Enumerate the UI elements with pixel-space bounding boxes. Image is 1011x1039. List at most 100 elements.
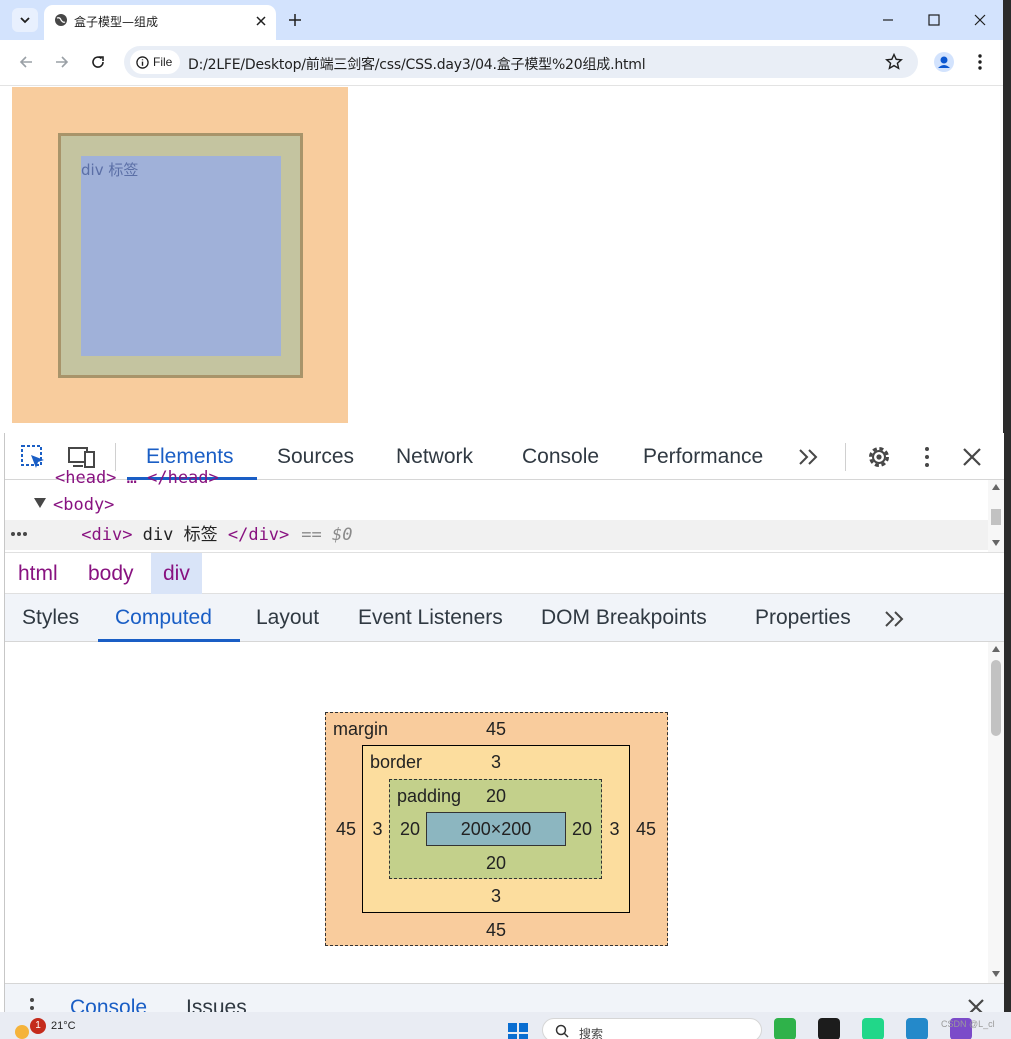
crumb-html[interactable]: html xyxy=(6,553,70,594)
dom-line-head[interactable]: <head> … </head> xyxy=(55,463,219,493)
inspect-element-icon[interactable] xyxy=(19,443,47,471)
devtools-menu-icon[interactable] xyxy=(919,445,935,469)
body-tag: <body> xyxy=(53,495,115,515)
browser-menu-icon[interactable] xyxy=(972,52,988,72)
devtools-panel: Elements Sources Network Console Perform… xyxy=(4,433,1004,1039)
profile-avatar[interactable] xyxy=(934,52,954,72)
toolbar-divider xyxy=(845,443,846,471)
dom-tree: <head> … </head> <body> <div> div 标签 </d… xyxy=(5,468,1004,552)
browser-toolbar: File D:/2LFE/Desktop/前端三剑客/css/CSS.day3/… xyxy=(0,40,1003,86)
computed-scrollbar[interactable] xyxy=(988,642,1004,983)
address-bar[interactable]: File D:/2LFE/Desktop/前端三剑客/css/CSS.day3/… xyxy=(124,46,918,78)
wechat-app-icon[interactable] xyxy=(774,1018,796,1039)
subtab-computed[interactable]: Computed xyxy=(115,594,212,642)
tab-search-button[interactable] xyxy=(12,8,38,32)
dom-line-body[interactable]: <body> xyxy=(33,490,114,520)
window-close-icon[interactable] xyxy=(970,10,990,30)
dom-scroll-thumb[interactable] xyxy=(991,509,1001,525)
scroll-down-icon[interactable] xyxy=(992,540,1000,546)
chevron-double-right-icon[interactable] xyxy=(883,609,907,629)
computed-pane: margin 45 45 45 45 border 3 3 3 3 paddin… xyxy=(5,642,988,983)
new-tab-icon[interactable] xyxy=(285,10,305,30)
margin-bottom-value[interactable]: 45 xyxy=(476,920,516,940)
tab-strip: 盒子模型—组成 xyxy=(0,0,1003,40)
forward-arrow-icon[interactable] xyxy=(52,52,72,72)
border-right-value[interactable]: 3 xyxy=(603,819,626,839)
div-open-tag: <div> xyxy=(81,525,133,545)
crumb-div[interactable]: div xyxy=(151,553,202,594)
padding-right-value[interactable]: 20 xyxy=(565,819,599,839)
page-viewport: div 标签 xyxy=(0,87,1003,433)
padding-top-value[interactable]: 20 xyxy=(476,786,516,806)
border-top-value[interactable]: 3 xyxy=(476,752,516,772)
chevron-double-right-icon[interactable] xyxy=(797,447,821,467)
intellij-app-icon[interactable] xyxy=(818,1018,840,1039)
tab-network[interactable]: Network xyxy=(396,433,473,480)
dom-scrollbar[interactable] xyxy=(988,480,1004,552)
breadcrumb: html body div xyxy=(5,552,1004,594)
tab-title: 盒子模型—组成 xyxy=(74,15,159,29)
subtab-event-listeners[interactable]: Event Listeners xyxy=(358,594,503,642)
padding-bottom-value[interactable]: 20 xyxy=(476,853,516,873)
inspected-content-highlight: div 标签 xyxy=(81,156,281,356)
settings-gear-icon[interactable] xyxy=(865,443,893,471)
border-bottom-value[interactable]: 3 xyxy=(476,886,516,906)
search-icon xyxy=(555,1024,569,1038)
border-left-value[interactable]: 3 xyxy=(366,819,389,839)
browser-tab[interactable]: 盒子模型—组成 xyxy=(44,5,276,40)
url-text[interactable]: D:/2LFE/Desktop/前端三剑客/css/CSS.day3/04.盒子… xyxy=(188,54,646,74)
border-label: border xyxy=(370,752,423,772)
subtab-properties[interactable]: Properties xyxy=(755,594,851,642)
div-close-tag: </div> xyxy=(227,525,290,545)
bookmark-star-icon[interactable] xyxy=(884,52,904,72)
inspected-div[interactable]: div 标签 xyxy=(58,133,303,378)
tab-performance[interactable]: Performance xyxy=(643,433,763,480)
person-icon xyxy=(938,56,950,68)
margin-label: margin xyxy=(333,719,389,739)
tab-sources[interactable]: Sources xyxy=(277,433,354,480)
dom-line-div[interactable]: <div> div 标签 </div> == $0 xyxy=(5,520,988,550)
watermark: CSDN @L_cl xyxy=(941,1019,995,1029)
padding-label: padding xyxy=(397,786,462,806)
background-window-edge xyxy=(1003,0,1011,1039)
selected-node-marker: == $0 xyxy=(301,525,353,545)
margin-left-value[interactable]: 45 xyxy=(329,819,363,839)
margin-right-value[interactable]: 45 xyxy=(629,819,663,839)
search-placeholder: 搜索 xyxy=(579,1027,604,1039)
maximize-icon[interactable] xyxy=(924,10,944,30)
info-icon xyxy=(136,55,149,69)
subtab-styles[interactable]: Styles xyxy=(22,594,79,642)
content-size-value[interactable]: 200×200 xyxy=(426,819,566,839)
close-tab-icon[interactable] xyxy=(252,12,270,30)
notification-badge: 1 xyxy=(30,1018,46,1034)
site-info-chip[interactable]: File xyxy=(130,50,180,74)
subtab-dom-breakpoints[interactable]: DOM Breakpoints xyxy=(541,594,707,642)
reload-icon[interactable] xyxy=(88,52,108,72)
scroll-up-icon[interactable] xyxy=(992,646,1000,652)
pycharm-app-icon[interactable] xyxy=(862,1018,884,1039)
minimize-icon[interactable] xyxy=(878,10,898,30)
elements-subtabs: Styles Computed Layout Event Listeners D… xyxy=(5,594,1004,642)
tab-console[interactable]: Console xyxy=(522,433,599,480)
crumb-body[interactable]: body xyxy=(76,553,146,594)
scroll-up-icon[interactable] xyxy=(992,484,1000,490)
os-taskbar: 1 21°C 搜索 xyxy=(0,1012,1011,1039)
div-text-node: div 标签 xyxy=(132,525,228,545)
ellipsis-icon[interactable] xyxy=(9,529,33,539)
temperature-text[interactable]: 21°C xyxy=(51,1020,76,1032)
taskbar-search[interactable]: 搜索 xyxy=(542,1018,762,1039)
weather-icon[interactable] xyxy=(12,1022,32,1039)
padding-left-value[interactable]: 20 xyxy=(393,819,427,839)
subtab-layout[interactable]: Layout xyxy=(256,594,319,642)
triangle-down-icon[interactable] xyxy=(33,497,47,509)
inspected-margin-highlight: div 标签 xyxy=(12,87,348,423)
computed-scroll-thumb[interactable] xyxy=(991,660,1001,736)
chevron-down-icon xyxy=(20,17,30,24)
windows-start-icon[interactable] xyxy=(507,1022,529,1039)
close-devtools-icon[interactable] xyxy=(961,446,983,468)
globe-icon xyxy=(55,14,67,26)
scroll-down-icon[interactable] xyxy=(992,971,1000,977)
vscode-app-icon[interactable] xyxy=(906,1018,928,1039)
back-arrow-icon[interactable] xyxy=(16,52,36,72)
margin-top-value[interactable]: 45 xyxy=(476,719,516,739)
